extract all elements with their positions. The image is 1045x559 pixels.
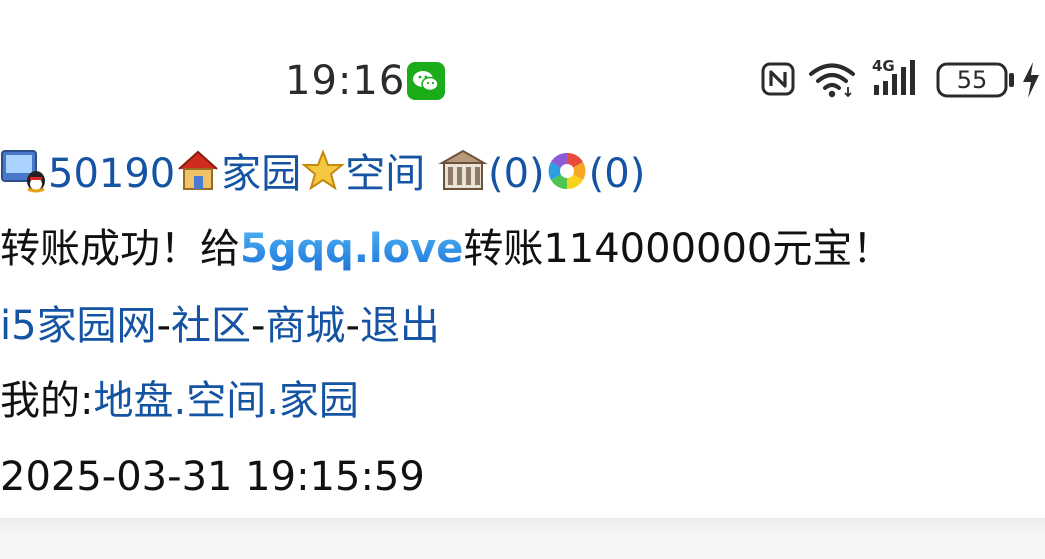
community-link[interactable]: 社区 bbox=[171, 303, 251, 349]
bottom-area bbox=[0, 518, 1045, 559]
my-land-link[interactable]: 地盘 bbox=[93, 378, 173, 424]
dot-separator: . bbox=[266, 378, 279, 424]
nav-separator: - bbox=[345, 303, 360, 349]
recipient-name[interactable]: 5gqq.love bbox=[240, 226, 463, 272]
message-suffix: 转账114000000元宝！ bbox=[463, 226, 893, 272]
nfc-icon bbox=[760, 61, 796, 101]
site-nav: i5家园网-社区-商城-退出 bbox=[0, 293, 440, 359]
transfer-message: 转账成功！给5gqq.love转账114000000元宝！ bbox=[0, 216, 892, 282]
my-links: 我的:地盘.空间.家园 bbox=[0, 368, 359, 434]
nav-separator: - bbox=[251, 303, 266, 349]
home-link[interactable]: 家园 bbox=[221, 151, 301, 197]
signal-icon: 4G bbox=[870, 56, 926, 106]
logout-link[interactable]: 退出 bbox=[360, 303, 440, 349]
qq-user-icon[interactable] bbox=[0, 147, 48, 213]
building-icon[interactable] bbox=[438, 147, 488, 213]
site-home-link[interactable]: i5家园网 bbox=[0, 303, 157, 349]
home-icon bbox=[175, 147, 221, 213]
charging-icon bbox=[1020, 60, 1042, 104]
status-time: 19:16 bbox=[285, 58, 406, 104]
battery-icon: 55 bbox=[936, 62, 1018, 102]
message-prefix: 转账成功！给 bbox=[0, 226, 240, 272]
messages-count-link[interactable]: (0) bbox=[488, 151, 545, 197]
svg-text:4G: 4G bbox=[872, 57, 895, 75]
user-id-link[interactable]: 50190 bbox=[48, 151, 175, 197]
battery-level: 55 bbox=[956, 66, 988, 94]
wechat-icon bbox=[407, 62, 445, 100]
page-timestamp: 2025-03-31 19:15:59 bbox=[0, 454, 425, 500]
notices-count-link[interactable]: (0) bbox=[589, 151, 646, 197]
phone-screen: 19:16 4G 55 50190 家园 空间 (0) (0) 转账成功！给5g… bbox=[0, 0, 1045, 559]
status-bar: 19:16 4G 55 bbox=[0, 52, 1045, 108]
my-label: 我的: bbox=[0, 378, 94, 424]
page-content: 50190 家园 空间 (0) (0) 转账成功！给5gqq.love转账114… bbox=[0, 138, 1045, 518]
mall-link[interactable]: 商城 bbox=[265, 303, 345, 349]
space-link[interactable]: 空间 bbox=[345, 151, 425, 197]
dot-separator: . bbox=[173, 378, 187, 424]
user-header-line: 50190 家园 空间 (0) (0) bbox=[0, 141, 645, 207]
wifi-icon bbox=[808, 61, 858, 103]
my-space-link[interactable]: 空间 bbox=[186, 378, 266, 424]
nav-separator: - bbox=[156, 303, 171, 349]
star-icon bbox=[301, 147, 346, 213]
camera-shutter-icon[interactable] bbox=[545, 147, 589, 213]
my-home-link[interactable]: 家园 bbox=[279, 378, 359, 424]
